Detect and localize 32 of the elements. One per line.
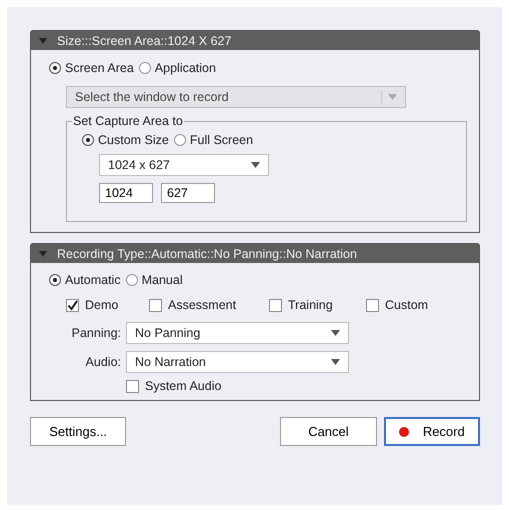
- checkbox[interactable]: Assessment: [149, 298, 264, 312]
- dialog-button[interactable]: Cancel: [280, 417, 377, 446]
- radio-button[interactable]: Screen Area: [49, 61, 134, 75]
- caret-icon: [388, 94, 397, 100]
- disclosure-triangle-icon: [39, 250, 47, 256]
- caret-icon: [331, 330, 340, 336]
- radio-button[interactable]: Application: [138, 61, 216, 75]
- panning-label: Panning:: [70, 326, 121, 340]
- record-dot-icon: [398, 426, 409, 436]
- record-button[interactable]: Record: [384, 417, 480, 446]
- section-header[interactable]: Recording Type::Automatic::No Panning::No Narration: [31, 244, 479, 263]
- checkmark-icon: [67, 300, 78, 310]
- panning-dropdown[interactable]: No Panning: [126, 322, 349, 344]
- checkbox[interactable]: System Audio: [126, 379, 222, 393]
- size-dropdown[interactable]: 1024 x 627: [99, 154, 269, 176]
- checkbox[interactable]: Training: [269, 298, 361, 312]
- checkbox[interactable]: Demo: [66, 298, 144, 312]
- section-header[interactable]: Size:::Screen Area::1024 X 627: [31, 31, 479, 50]
- checkbox[interactable]: Custom: [366, 298, 446, 312]
- audio-label: Audio:: [84, 355, 121, 369]
- caret-icon: [251, 162, 260, 168]
- caret-icon: [331, 359, 340, 365]
- height-field[interactable]: 627: [161, 183, 215, 203]
- radio-button[interactable]: Custom Size: [82, 133, 169, 147]
- dialog-button[interactable]: Settings...: [30, 417, 126, 446]
- audio-dropdown[interactable]: No Narration: [126, 351, 349, 373]
- radio-button[interactable]: Manual: [126, 273, 183, 287]
- radio-button[interactable]: Automatic: [49, 273, 121, 287]
- radio-button[interactable]: Full Screen: [174, 133, 254, 147]
- group-title: Set Capture Area to: [72, 114, 184, 128]
- width-field[interactable]: 1024: [99, 183, 153, 203]
- disclosure-triangle-icon: [39, 38, 47, 44]
